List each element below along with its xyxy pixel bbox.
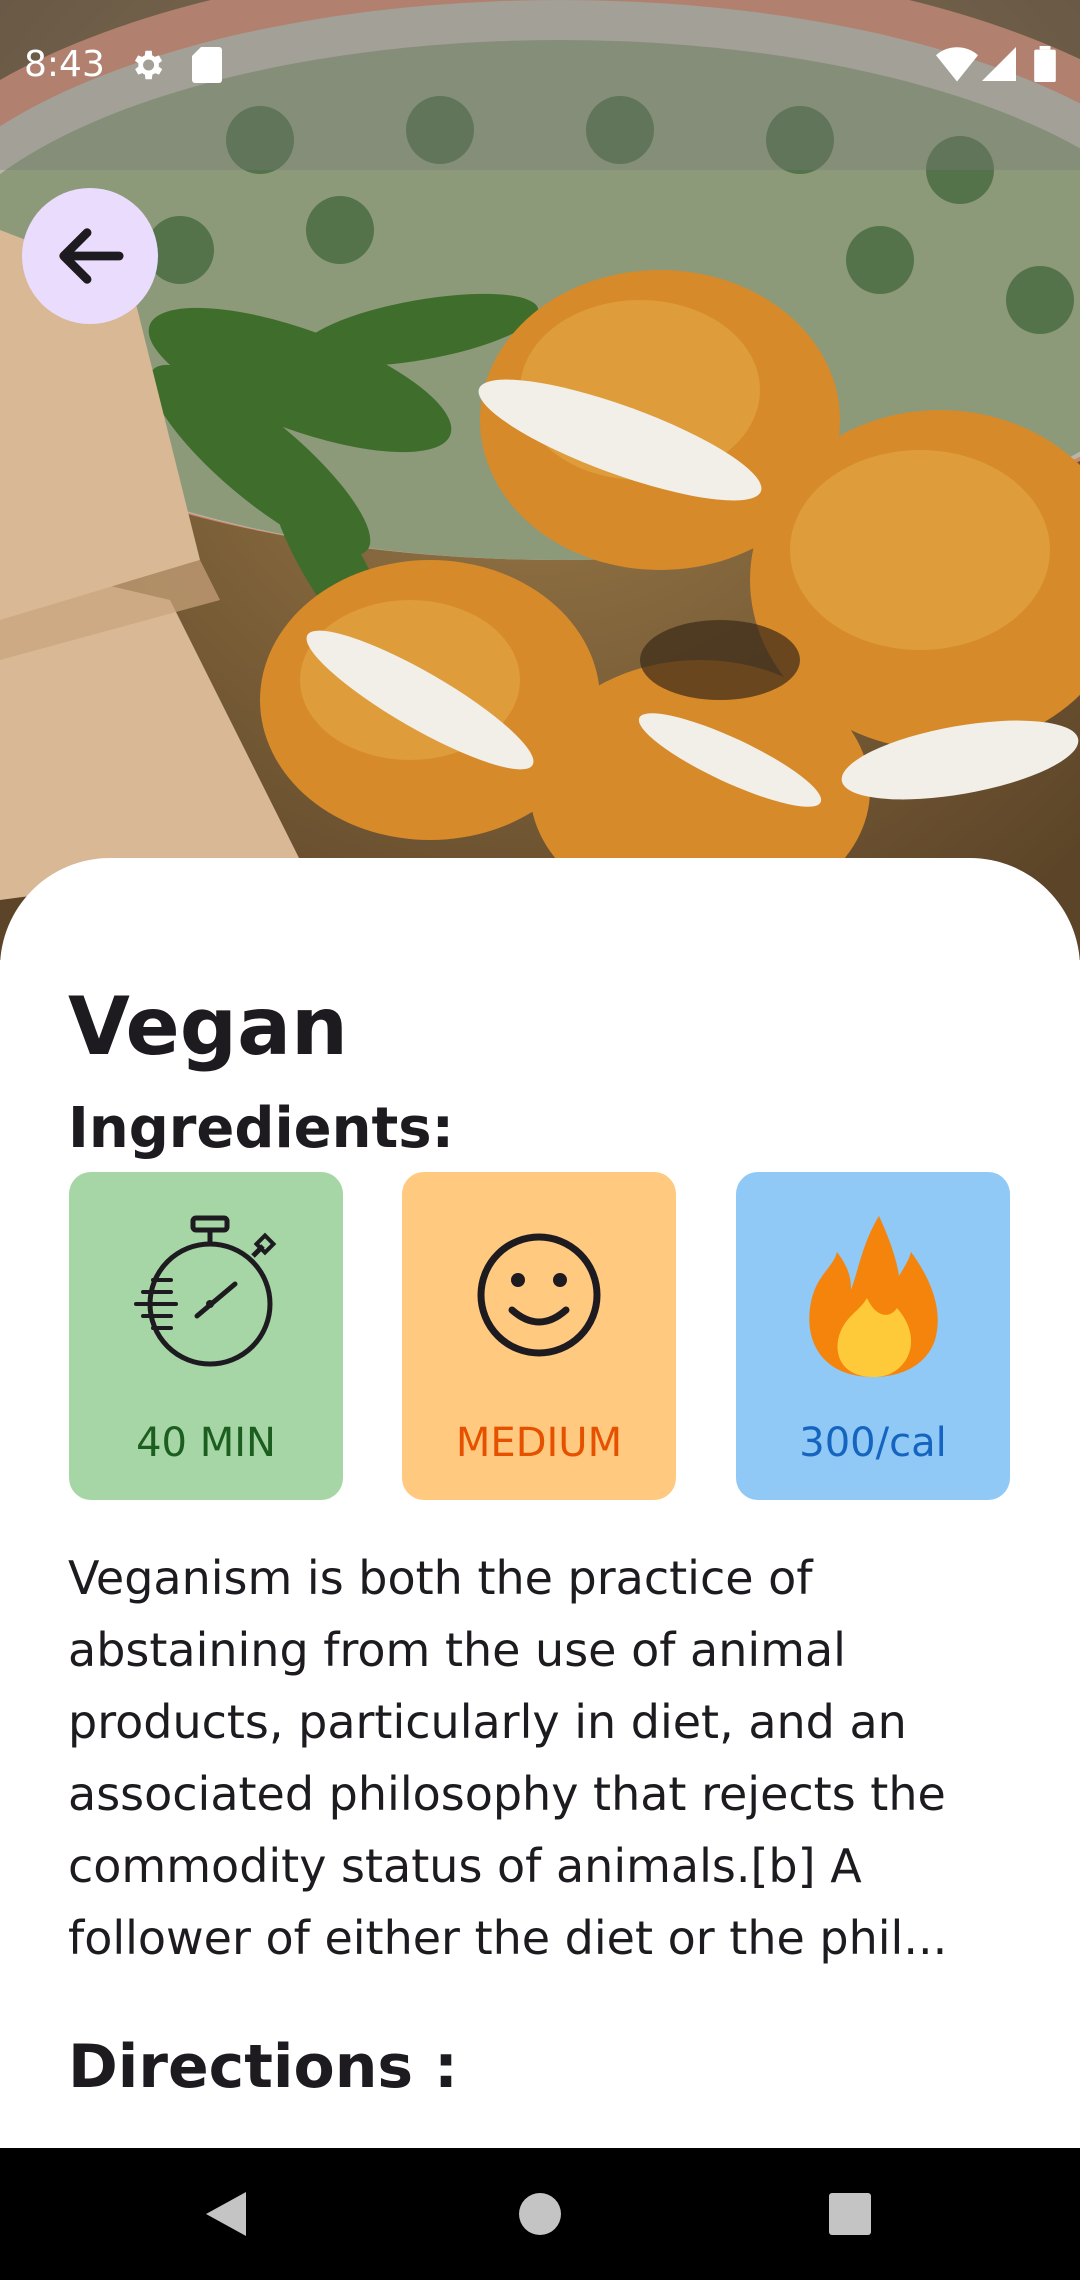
fire-icon <box>736 1212 1010 1392</box>
time-label: 40 MIN <box>136 1420 276 1466</box>
ingredients-heading: Ingredients: <box>68 1096 455 1161</box>
recents-square-icon[interactable] <box>828 2192 872 2240</box>
sd-card-icon <box>192 46 222 88</box>
system-nav-bar <box>0 2148 1080 2280</box>
recipe-description: Veganism is both the practice of abstain… <box>68 1551 948 1965</box>
time-card: 40 MIN <box>69 1172 343 1500</box>
calories-card: 300/cal <box>736 1172 1010 1500</box>
arrow-back-icon <box>59 228 124 284</box>
status-time: 8:43 <box>24 44 105 85</box>
calories-label: 300/cal <box>799 1420 947 1466</box>
signal-icon <box>982 46 1016 86</box>
back-triangle-icon[interactable] <box>204 2190 248 2242</box>
back-button[interactable] <box>22 188 158 324</box>
status-bar: 8:43 <box>0 0 1080 170</box>
battery-icon <box>1034 46 1056 86</box>
recipe-title: Vegan <box>68 980 348 1073</box>
difficulty-label: MEDIUM <box>455 1420 623 1466</box>
home-circle-icon[interactable] <box>518 2192 562 2240</box>
smiley-face-icon <box>402 1212 676 1392</box>
stopwatch-icon <box>69 1212 343 1392</box>
difficulty-card: MEDIUM <box>402 1172 676 1500</box>
settings-icon <box>128 46 166 88</box>
directions-heading: Directions : <box>68 2032 458 2102</box>
wifi-icon <box>936 46 978 86</box>
